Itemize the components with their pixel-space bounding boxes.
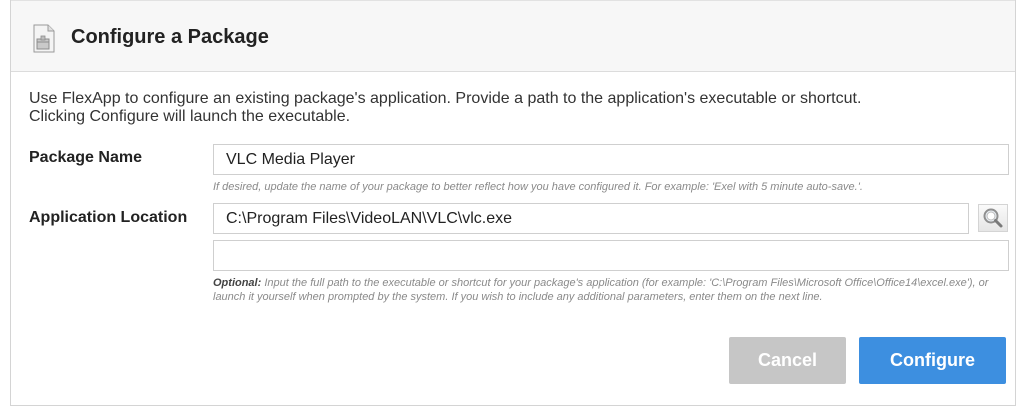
- dialog-header: Configure a Package: [11, 0, 1015, 72]
- application-location-hint-text: Input the full path to the executable or…: [213, 277, 989, 303]
- package-doc-icon: [33, 24, 55, 53]
- dialog-title: Configure a Package: [71, 26, 269, 48]
- configure-button[interactable]: Configure: [859, 337, 1006, 384]
- package-name-hint: If desired, update the name of your pack…: [213, 181, 863, 193]
- application-location-hint: Optional: Input the full path to the exe…: [213, 276, 1013, 304]
- intro-line-1: Use FlexApp to configure an existing pac…: [29, 90, 862, 107]
- magnifier-icon: [983, 208, 1003, 228]
- intro-line-2: Clicking Configure will launch the execu…: [29, 108, 351, 125]
- intro-text: Use FlexApp to configure an existing pac…: [29, 90, 999, 126]
- application-parameters-input[interactable]: [213, 240, 1009, 271]
- application-location-label: Application Location: [29, 209, 188, 226]
- browse-button[interactable]: [978, 204, 1008, 232]
- optional-label: Optional:: [213, 277, 262, 289]
- package-name-input[interactable]: [213, 144, 1009, 175]
- package-name-label: Package Name: [29, 149, 142, 166]
- cancel-button[interactable]: Cancel: [729, 337, 846, 384]
- application-location-input[interactable]: [213, 203, 969, 234]
- configure-package-dialog: Configure a Package Use FlexApp to confi…: [10, 0, 1016, 406]
